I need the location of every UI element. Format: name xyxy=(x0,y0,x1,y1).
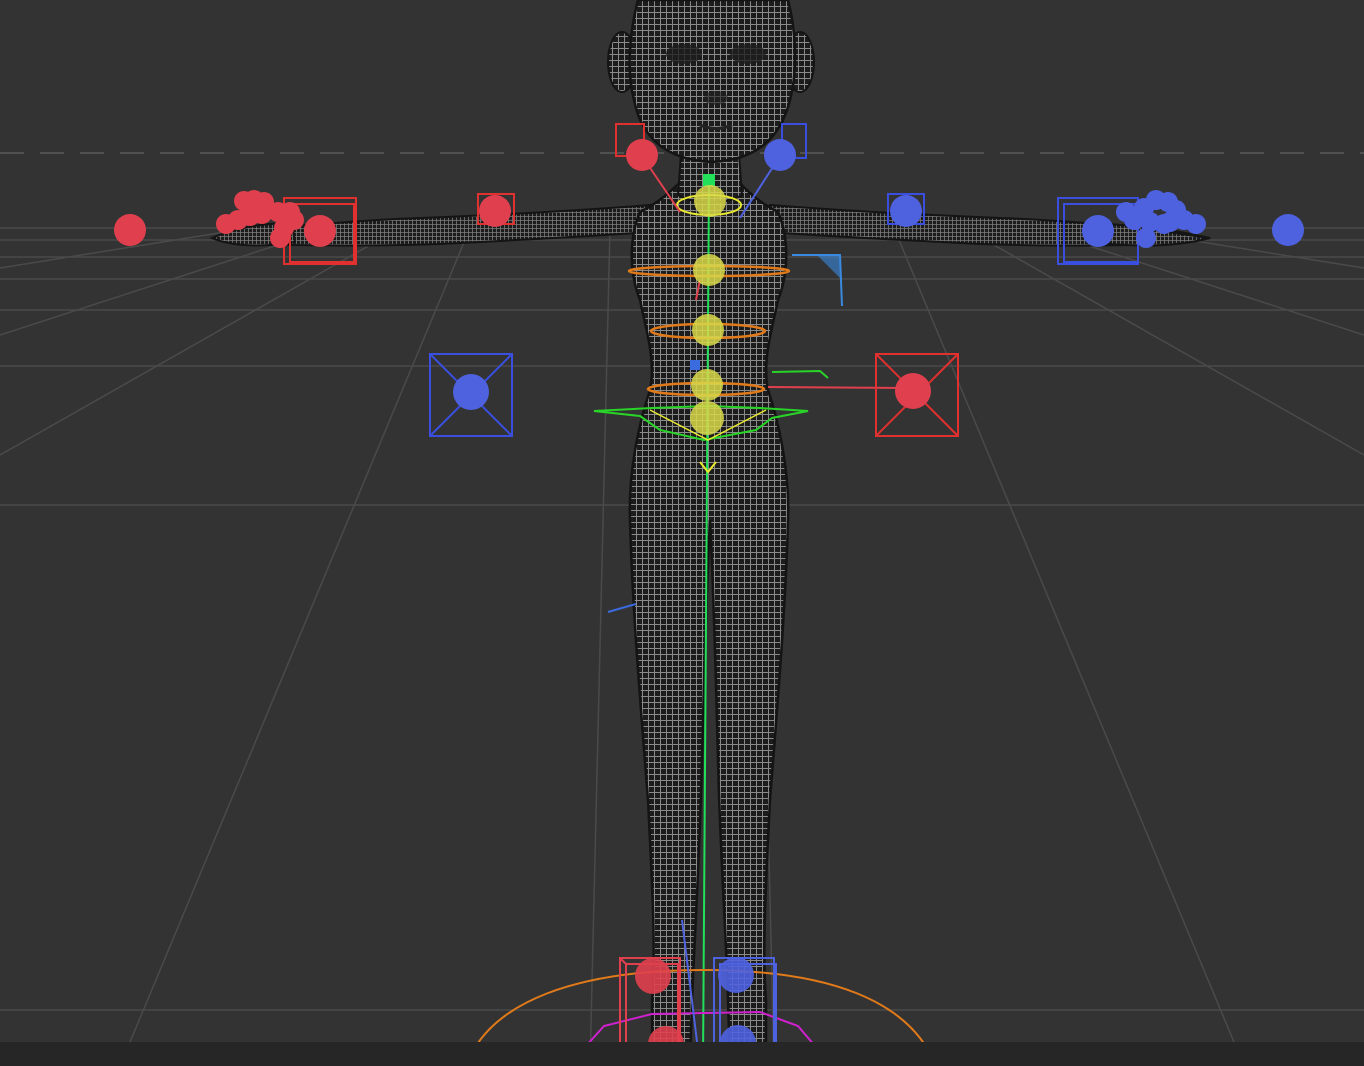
wrist-left-control[interactable] xyxy=(304,215,336,247)
hand-ik-right-control[interactable] xyxy=(1272,214,1304,246)
chest-control[interactable] xyxy=(693,254,725,286)
knee-pole-left-line xyxy=(767,386,911,389)
wrist-right-control[interactable] xyxy=(1082,215,1114,247)
3d-viewport[interactable] xyxy=(0,0,1364,1066)
blue-small-line xyxy=(607,603,637,613)
spine-control[interactable] xyxy=(692,314,724,346)
hips-control[interactable] xyxy=(690,401,724,435)
blue-small-marker[interactable] xyxy=(690,360,700,370)
rig-overlay xyxy=(283,123,1364,1066)
green-flag-control[interactable] xyxy=(771,369,829,379)
control-spheres xyxy=(114,139,1304,1066)
knee-pole-right-control[interactable] xyxy=(453,374,489,410)
neck-control[interactable] xyxy=(694,185,726,217)
hand-ik-left-control[interactable] xyxy=(114,214,146,246)
eye-left xyxy=(666,44,702,64)
eye-right xyxy=(730,44,766,64)
ankle-left-control[interactable] xyxy=(635,958,671,994)
viewport-bottom-bar xyxy=(0,1042,1364,1066)
knee-pole-left-control[interactable] xyxy=(895,373,931,409)
clavicle-right-control[interactable] xyxy=(764,139,796,171)
character-mesh[interactable] xyxy=(209,0,1211,1066)
elbow-right-control[interactable] xyxy=(890,195,922,227)
clavicle-left-control[interactable] xyxy=(626,139,658,171)
waist-control[interactable] xyxy=(691,369,723,401)
elbow-left-control[interactable] xyxy=(479,195,511,227)
nose xyxy=(704,91,728,105)
neck-base-marker[interactable] xyxy=(703,174,715,186)
head-mesh[interactable] xyxy=(628,0,797,164)
ankle-right-control[interactable] xyxy=(718,957,754,993)
